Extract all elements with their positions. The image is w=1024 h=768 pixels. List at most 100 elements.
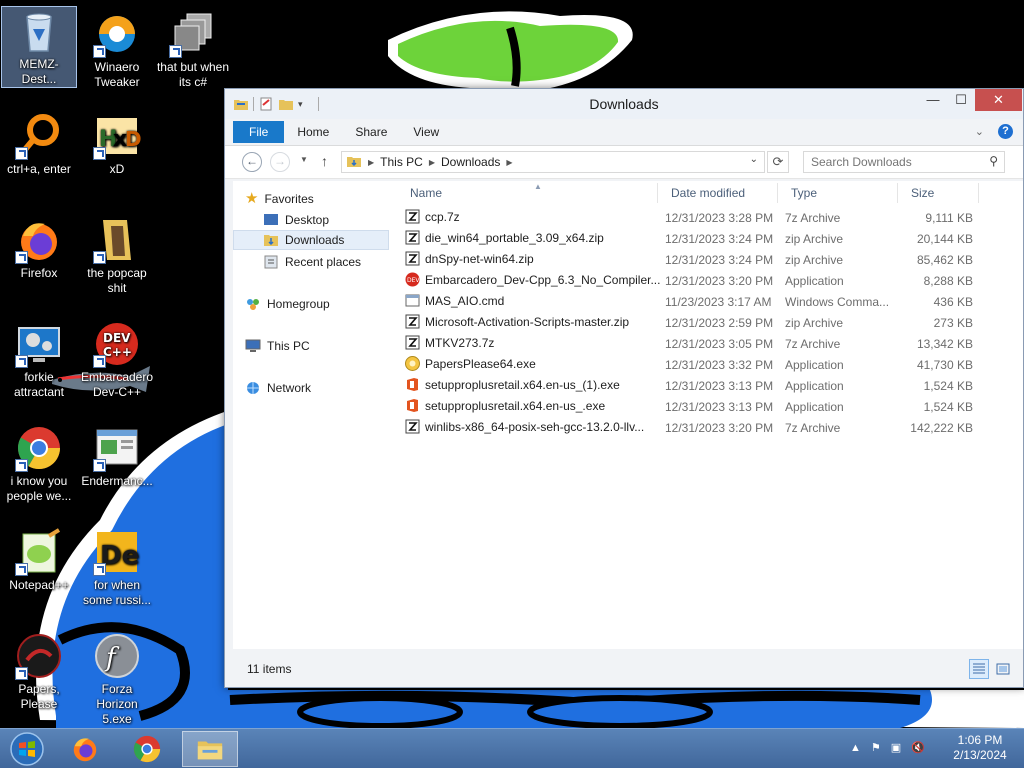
file-row[interactable]: winlibs-x86_64-posix-seh-gcc-13.2.0-llv.… xyxy=(403,417,1023,438)
file-name-cell[interactable]: setupproplusretail.x64.en-us_.exe xyxy=(405,398,605,413)
minimize-button[interactable]: — xyxy=(918,89,948,111)
file-name-cell[interactable]: MAS_AIO.cmd xyxy=(405,293,504,308)
breadcrumb-chevron-icon[interactable]: ▶ xyxy=(368,158,374,167)
file-row[interactable]: ccp.7z 12/31/2023 3:28 PM 7z Archive 9,111 … xyxy=(403,207,1023,228)
desktop-icon-russi[interactable]: De for when some russi... xyxy=(79,528,155,608)
file-row[interactable]: PapersPlease64.exe 12/31/2023 3:32 PM Appl… xyxy=(403,354,1023,375)
nav-homegroup[interactable]: Homegroup xyxy=(245,294,330,314)
desktop-icon-forza[interactable]: f Forza Horizon 5.exe xyxy=(79,632,155,727)
start-button[interactable] xyxy=(2,731,52,767)
desktop-icon-papers-please[interactable]: Papers, Please xyxy=(1,632,77,712)
nav-network[interactable]: Network xyxy=(245,378,311,398)
column-divider[interactable] xyxy=(978,183,979,203)
file-name-cell[interactable]: MTKV273.7z xyxy=(405,335,494,350)
nav-this-pc[interactable]: This PC xyxy=(245,336,310,356)
file-name-cell[interactable]: dnSpy-net-win64.zip xyxy=(405,251,534,266)
file-row[interactable]: setupproplusretail.x64.en-us_(1).exe 12/3… xyxy=(403,375,1023,396)
help-icon[interactable]: ? xyxy=(998,124,1013,139)
back-button[interactable]: ← xyxy=(242,152,262,172)
address-bar[interactable]: ▶ This PC ▶ Downloads ▶ ⌄ xyxy=(341,151,765,173)
file-name-cell[interactable]: winlibs-x86_64-posix-seh-gcc-13.2.0-llv.… xyxy=(405,419,644,434)
action-center-flag-icon[interactable]: ⚑ xyxy=(871,741,881,754)
navigation-pane: ★ Favorites Desktop Downloads Recent pla… xyxy=(233,181,389,649)
file-row[interactable]: MTKV273.7z 12/31/2023 3:05 PM 7z Archive 13… xyxy=(403,333,1023,354)
breadcrumb-downloads[interactable]: Downloads xyxy=(441,155,500,169)
file-row[interactable]: setupproplusretail.x64.en-us_.exe 12/31/2… xyxy=(403,396,1023,417)
homegroup-icon xyxy=(245,297,261,311)
show-hidden-icons-icon[interactable]: ▲ xyxy=(850,742,861,754)
recent-locations-icon[interactable]: ▼ xyxy=(300,155,308,164)
network-tray-icon[interactable]: ▣ xyxy=(891,741,901,754)
column-divider[interactable] xyxy=(777,183,778,203)
file-name-cell[interactable]: ccp.7z xyxy=(405,209,460,224)
desktop-icon-label: xD xyxy=(109,162,125,176)
nav-downloads[interactable]: Downloads xyxy=(233,230,389,250)
desktop-icon-memz[interactable]: MEMZ-Dest... xyxy=(1,6,77,88)
desktop-icon-chrome[interactable]: i know you people we... xyxy=(1,424,77,504)
file-type: Application xyxy=(785,400,844,414)
volume-muted-icon[interactable]: 🔇 xyxy=(911,741,925,754)
desktop-icon-popcap[interactable]: the popcap shit xyxy=(79,216,155,296)
desktop-icon-label: the popcap shit xyxy=(87,266,147,295)
taskbar-chrome[interactable] xyxy=(122,731,172,767)
desktop-icon-endermanch[interactable]: Endermanc... xyxy=(79,424,155,489)
details-view-button[interactable] xyxy=(969,659,989,679)
file-row[interactable]: die_win64_portable_3.09_x64.zip 12/31/202… xyxy=(403,228,1023,249)
file-name-cell[interactable]: PapersPlease64.exe xyxy=(405,356,536,371)
tab-file[interactable]: File xyxy=(233,121,285,143)
refresh-button[interactable]: ⟳ xyxy=(767,151,789,173)
column-date-modified[interactable]: Date modified xyxy=(671,183,745,203)
column-name[interactable]: Name ▲ xyxy=(410,182,542,203)
svg-text:DEV: DEV xyxy=(407,277,420,284)
desktop-icon-winaero[interactable]: Winaero Tweaker xyxy=(79,10,155,90)
file-row[interactable]: Microsoft-Activation-Scripts-master.zip 1… xyxy=(403,312,1023,333)
file-row[interactable]: DEV Embarcadero_Dev-Cpp_6.3_No_Compiler..… xyxy=(403,270,1023,291)
tab-view[interactable]: View xyxy=(400,121,452,143)
search-box[interactable]: ⚲ xyxy=(803,151,1005,173)
forward-button[interactable]: → xyxy=(270,152,290,172)
column-type[interactable]: Type xyxy=(791,183,817,203)
column-divider[interactable] xyxy=(897,183,898,203)
desktop-icon-xd[interactable]: HxD xD xyxy=(79,112,155,177)
file-name-cell[interactable]: die_win64_portable_3.09_x64.zip xyxy=(405,230,604,245)
window-title: Downloads xyxy=(589,96,659,112)
column-divider[interactable] xyxy=(657,183,658,203)
search-icon[interactable]: ⚲ xyxy=(989,154,998,168)
desktop-icon-label: Winaero Tweaker xyxy=(94,60,140,89)
nav-recent-places[interactable]: Recent places xyxy=(263,252,361,272)
nav-favorites[interactable]: ★ Favorites xyxy=(245,189,314,209)
file-row[interactable]: MAS_AIO.cmd 11/23/2023 3:17 AM Windows Com… xyxy=(403,291,1023,312)
up-button[interactable]: ↑ xyxy=(321,153,328,169)
column-size[interactable]: Size xyxy=(911,183,934,203)
file-name-cell[interactable]: DEV Embarcadero_Dev-Cpp_6.3_No_Compiler..… xyxy=(405,272,660,287)
search-input[interactable] xyxy=(804,152,974,172)
desktop-icon-notepadpp[interactable]: Notepad++ xyxy=(1,528,77,593)
taskbar-firefox[interactable] xyxy=(60,731,110,767)
breadcrumb-chevron-icon[interactable]: ▶ xyxy=(429,158,435,167)
title-bar[interactable]: ▾ Downloads — ☐ ✕ xyxy=(225,89,1023,119)
tab-share[interactable]: Share xyxy=(342,121,400,143)
close-button[interactable]: ✕ xyxy=(975,89,1022,111)
expand-ribbon-icon[interactable]: ⌄ xyxy=(975,125,984,138)
maximize-button[interactable]: ☐ xyxy=(946,89,976,111)
explorer-window[interactable]: ▾ Downloads — ☐ ✕ File Home Share View ⌄… xyxy=(224,88,1024,688)
breadcrumb-chevron-icon[interactable]: ▶ xyxy=(506,158,512,167)
desktop-icon-forkie[interactable]: forkie attractant xyxy=(1,320,77,400)
nav-desktop[interactable]: Desktop xyxy=(263,210,329,230)
file-row[interactable]: dnSpy-net-win64.zip 12/31/2023 3:24 PM zip… xyxy=(403,249,1023,270)
desktop-icon-csharp[interactable]: that but when its c# xyxy=(155,10,231,90)
desktop-icon-devcpp[interactable]: DEV C++ Embarcadero Dev-C++ xyxy=(79,320,155,400)
large-icons-view-button[interactable] xyxy=(993,659,1013,679)
address-dropdown-icon[interactable]: ⌄ xyxy=(750,154,758,165)
file-size: 8,288 KB xyxy=(923,274,973,288)
breadcrumb-this-pc[interactable]: This PC xyxy=(380,155,423,169)
desktop-icon-firefox[interactable]: Firefox xyxy=(1,216,77,281)
tab-home[interactable]: Home xyxy=(284,121,342,143)
file-name-cell[interactable]: Microsoft-Activation-Scripts-master.zip xyxy=(405,314,629,329)
desktop-icon-ctrl-a[interactable]: ctrl+a, enter xyxy=(1,112,77,177)
file-name: ccp.7z xyxy=(425,209,460,224)
taskbar-clock[interactable]: 1:06 PM 2/13/2024 xyxy=(944,733,1016,763)
file-name-cell[interactable]: setupproplusretail.x64.en-us_(1).exe xyxy=(405,377,620,392)
taskbar-file-explorer[interactable] xyxy=(182,731,238,767)
desktop-icon-label: Papers, Please xyxy=(18,682,60,711)
